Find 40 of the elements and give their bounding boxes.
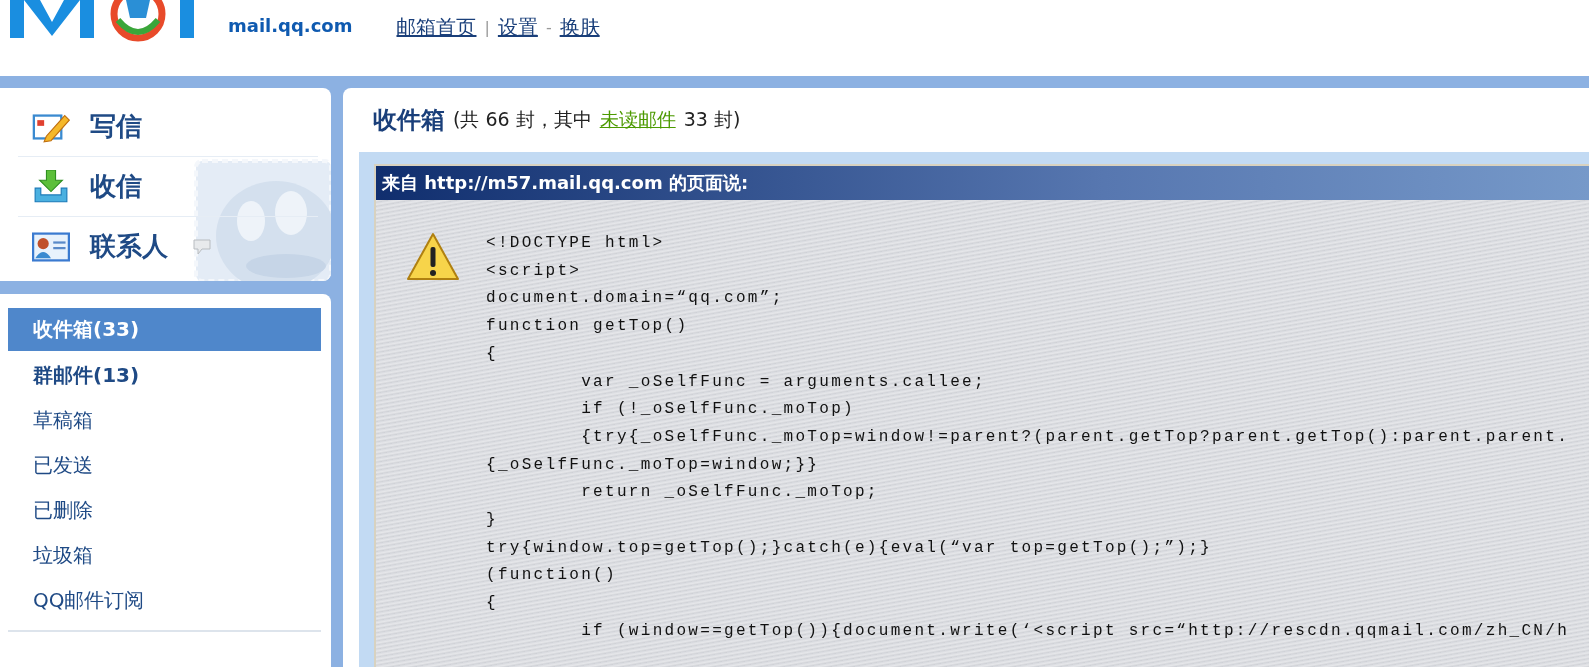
separator-text: | <box>484 18 490 37</box>
folder-item[interactable]: QQ邮件订阅 <box>8 578 321 623</box>
summary-text: 33 封) <box>683 107 741 132</box>
message-line: function getTop() <box>486 316 690 338</box>
quick-action-link[interactable]: 收信 <box>90 169 142 204</box>
warning-icon <box>406 232 460 282</box>
message-line: var _oSelfFunc = arguments.callee; <box>580 371 987 393</box>
message-line: {_oSelfFunc._moTop=window;}} <box>486 454 821 476</box>
message-line: if (window==getTop()){document.write(‘<script src=“http://rescdn.qqmail.com/zh_CN/h <box>580 620 1570 642</box>
dialog-title: 来自 http://m57.mail.qq.com 的页面说: <box>376 166 1589 200</box>
message-line: return _oSelfFunc._moTop; <box>580 482 880 504</box>
inbox-title: 收件箱 <box>373 105 445 136</box>
skin-link[interactable]: 换肤 <box>559 14 600 41</box>
message-line: <!DOCTYPE html> <box>486 233 666 254</box>
message-line: document.domain=“qq.com”; <box>486 288 785 310</box>
message-line: { <box>486 593 499 615</box>
unread-link[interactable]: 未读邮件 <box>599 107 676 133</box>
logo-domain: mail.qq.com <box>228 14 353 38</box>
folder-item[interactable]: 收件箱(33) <box>8 308 321 351</box>
message-line: {try{_oSelfFunc._moTop=window!=parent?(parent.getTop?parent.getTop():parent.parent. <box>580 426 1570 448</box>
message-line: <script> <box>486 260 583 282</box>
quick-action-link[interactable]: 写信 <box>90 109 142 144</box>
folder-item[interactable]: 草稿箱 <box>8 398 321 443</box>
message-line: if (!_oSelfFunc._moTop) <box>580 399 856 421</box>
folder-item[interactable]: 垃圾箱 <box>8 533 321 578</box>
folder-item[interactable]: 已发送 <box>8 443 321 488</box>
home-link[interactable]: 邮箱首页 <box>396 14 477 41</box>
message-line: try{window.top=getTop();}catch(e){eval(“var top=getTop();”);} <box>486 537 1213 559</box>
message-line: (function() <box>486 565 618 587</box>
message-line: } <box>486 510 499 532</box>
settings-link[interactable]: 设置 <box>497 14 538 41</box>
separator-text: - <box>545 18 552 37</box>
contact-card-icon <box>32 231 70 262</box>
download-tray-icon <box>32 169 70 204</box>
summary-text: (共 66 封，其中 <box>453 107 592 132</box>
message-line: { <box>486 343 499 365</box>
folder-item[interactable]: 已删除 <box>8 488 321 533</box>
quick-action-link[interactable]: 联系人 <box>90 229 168 264</box>
folder-item[interactable]: 群邮件(13) <box>8 353 321 398</box>
chat-bubble-icon <box>192 238 212 255</box>
